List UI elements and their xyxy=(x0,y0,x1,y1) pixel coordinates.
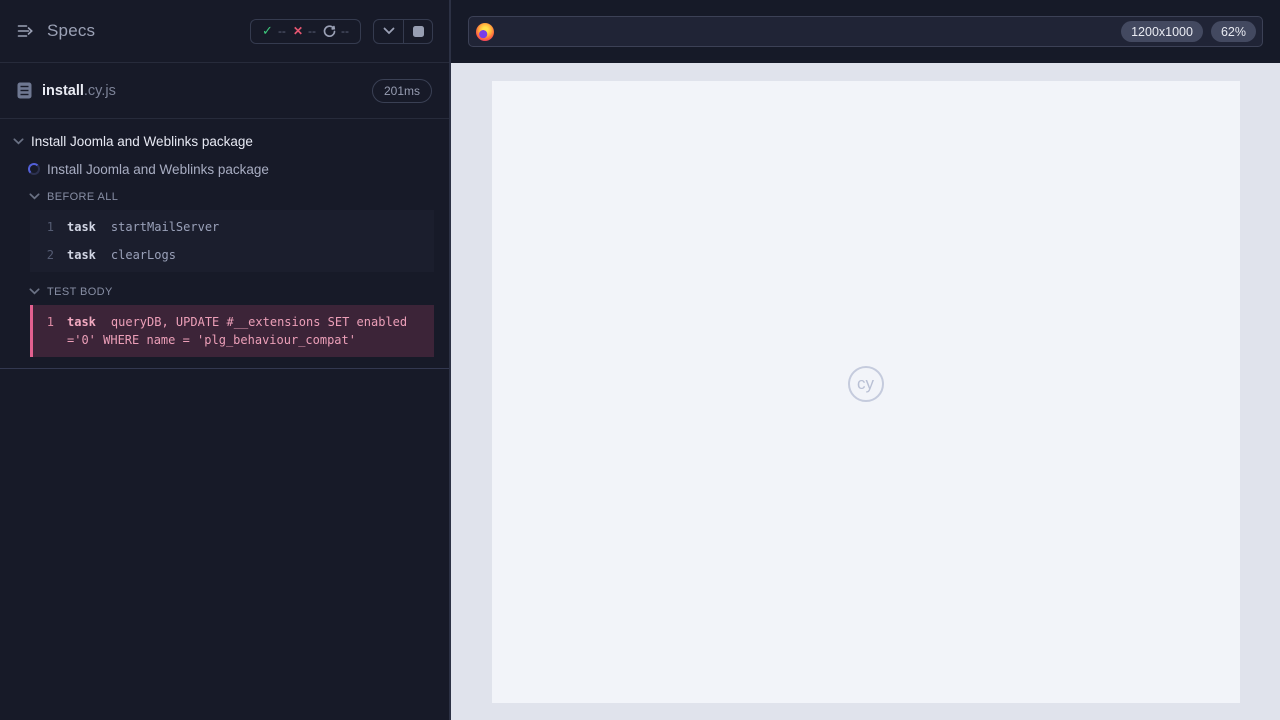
running-spinner-icon xyxy=(28,163,40,175)
command-number: 2 xyxy=(46,248,54,262)
failed-count: -- xyxy=(308,24,316,38)
command-number: 1 xyxy=(46,315,54,329)
command-log-test-body: 1 task queryDB, UPDATE #__extensions SET … xyxy=(30,305,434,357)
spec-extension: .cy.js xyxy=(83,82,116,99)
test-row[interactable]: Install Joomla and Weblinks package xyxy=(0,155,449,183)
stop-icon xyxy=(412,25,424,37)
command-method: task xyxy=(67,220,96,234)
browser-bar: 1200x1000 62% xyxy=(451,0,1280,63)
section-test-body[interactable]: TEST BODY xyxy=(0,278,449,305)
run-controls xyxy=(373,18,433,44)
zoom-level-badge: 62% xyxy=(1210,21,1256,42)
url-bar[interactable]: 1200x1000 62% xyxy=(468,16,1263,47)
command-row-highlighted[interactable]: 1 task queryDB, UPDATE #__extensions SET … xyxy=(33,308,434,354)
cypress-logo-watermark: cy xyxy=(847,365,884,402)
sidebar-title: Specs xyxy=(47,21,96,40)
test-tree: Install Joomla and Weblinks package Inst… xyxy=(0,119,449,720)
cypress-logo-text: cy xyxy=(857,373,874,393)
specs-header: Specs ✓ -- ✕ -- -- xyxy=(0,0,449,63)
spec-duration-badge: 201ms xyxy=(371,78,432,103)
command-method: task xyxy=(67,248,96,262)
section-label: BEFORE ALL xyxy=(47,190,119,203)
specs-list-toggle-icon[interactable] xyxy=(17,23,34,39)
aut-viewport[interactable]: cy xyxy=(491,80,1240,703)
section-label: TEST BODY xyxy=(47,285,113,298)
tree-divider xyxy=(0,368,449,369)
stop-button[interactable] xyxy=(403,19,432,43)
spec-file-icon xyxy=(17,82,32,99)
command-message: clearLogs xyxy=(110,248,176,262)
command-row[interactable]: 1 task startMailServer xyxy=(30,213,434,241)
suite-title: Install Joomla and Weblinks package xyxy=(31,133,253,149)
aut-stage: cy xyxy=(451,63,1280,720)
collapse-all-button[interactable] xyxy=(374,20,403,43)
firefox-icon xyxy=(476,22,494,41)
section-before-all[interactable]: BEFORE ALL xyxy=(0,183,449,210)
test-stats: ✓ -- ✕ -- -- xyxy=(250,18,361,44)
failed-icon: ✕ xyxy=(292,24,303,38)
pending-icon xyxy=(323,24,336,38)
passed-count: -- xyxy=(277,24,286,38)
command-log-before-all: 1 task startMailServer 2 task clearLogs xyxy=(30,210,434,272)
spec-name: install xyxy=(42,82,84,99)
test-title: Install Joomla and Weblinks package xyxy=(47,161,269,177)
command-row[interactable]: 2 task clearLogs xyxy=(30,241,434,269)
specs-sidebar: Specs ✓ -- ✕ -- -- install.cy.js 201ms I… xyxy=(0,0,451,720)
pending-count: -- xyxy=(341,24,349,38)
suite-row[interactable]: Install Joomla and Weblinks package xyxy=(0,127,449,155)
command-message: queryDB, UPDATE #__extensions SET enable… xyxy=(67,315,408,347)
viewport-size-badge: 1200x1000 xyxy=(1121,21,1203,42)
runner-pane: 1200x1000 62% cy xyxy=(451,0,1280,720)
command-number: 1 xyxy=(46,220,54,234)
spec-file-row[interactable]: install.cy.js 201ms xyxy=(0,63,449,119)
command-message: startMailServer xyxy=(110,220,220,234)
passed-icon: ✓ xyxy=(262,23,273,38)
command-method: task xyxy=(67,315,96,329)
